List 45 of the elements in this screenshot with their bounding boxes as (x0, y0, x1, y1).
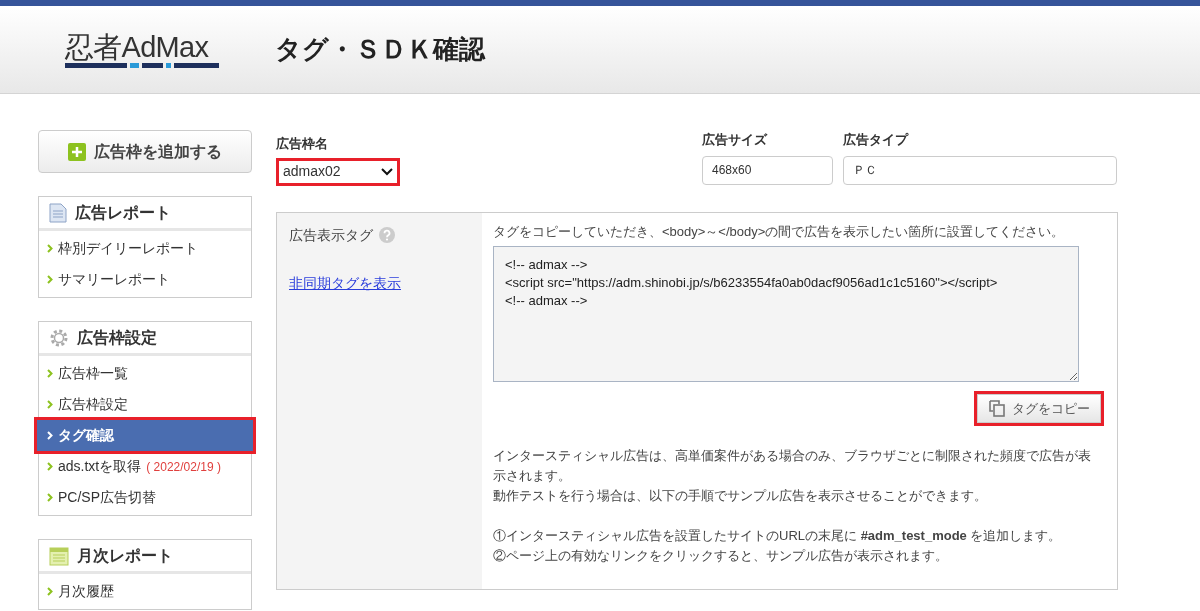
sidebar-item[interactable]: ads.txtを取得 ( 2022/02/19 ) (39, 451, 251, 482)
ad-name-select[interactable]: admax02 (276, 157, 400, 186)
caret-icon (381, 167, 393, 176)
field-label: 広告サイズ (702, 131, 769, 149)
sidebar-item[interactable]: PC/SP広告切替 (39, 482, 251, 513)
sidebar-item[interactable]: 月次履歴 (39, 576, 251, 607)
field-label: 広告枠名 (276, 135, 329, 153)
field-label: 広告タイプ (843, 131, 910, 149)
instruction-text: タグをコピーしていただき、<body>～</body>の間で広告を表示したい箇所に設置してください。 (493, 222, 1066, 241)
chevron-icon (47, 587, 53, 596)
chevron-icon (47, 431, 53, 440)
sidebar-heading: 広告レポート (75, 202, 171, 223)
plus-icon (68, 142, 86, 161)
chevron-icon (47, 244, 53, 253)
ad-size-field[interactable]: 468x60 (702, 155, 833, 185)
tag-label: 広告表示タグ (289, 225, 373, 245)
chevron-icon (47, 462, 53, 471)
ad-type-field[interactable]: ＰＣ (843, 155, 1117, 185)
sidebar-item[interactable]: 枠別デイリーレポート (39, 233, 251, 264)
help-icon (379, 227, 395, 243)
copy-tag-button[interactable]: タグをコピー (977, 394, 1101, 423)
copy-icon (988, 400, 1006, 417)
document-icon (49, 202, 67, 223)
step-text: ②ページ上の有効なリンクをクリックすると、サンプル広告が表示されます。 (493, 547, 949, 565)
sidebar-item[interactable]: 広告枠設定 (39, 389, 251, 420)
step-text: ①インタースティシャル広告を設置したサイトのURLの末尾に #adm_test_mode を追加します。 (493, 527, 1063, 545)
async-tag-link[interactable]: 非同期タグを表示 (289, 272, 470, 294)
sidebar-heading: 月次レポート (77, 545, 173, 566)
chevron-icon (47, 493, 53, 502)
sidebar-item[interactable]: サマリーレポート (39, 264, 251, 295)
chevron-icon (47, 400, 53, 409)
chevron-icon (47, 369, 53, 378)
gear-icon (49, 327, 69, 348)
sidebar-heading: 広告枠設定 (77, 327, 157, 348)
tag-code-textarea[interactable]: <!-- admax --> <script src="https://adm.shinobi.jp/s/b6233554fa0ab0dacf9056ad1c1c5160"></script> <!-- admax --> (493, 246, 1079, 382)
calendar-icon (49, 545, 69, 566)
chevron-icon (47, 275, 53, 284)
date-note: ( 2022/02/19 ) (146, 458, 221, 476)
sidebar-item[interactable]: タグ確認 (37, 420, 253, 451)
sidebar-item[interactable]: 広告枠一覧 (39, 358, 251, 389)
add-ad-slot-button[interactable]: 広告枠を追加する (38, 130, 252, 173)
page-title: タグ・ＳＤＫ確認 (275, 33, 485, 66)
logo: 忍者AdMax (65, 31, 219, 68)
note-text: 動作テストを行う場合は、以下の手順でサンプル広告を表示させることができます。 (493, 487, 988, 505)
note-text: インタースティシャル広告は、高単価案件がある場合のみ、ブラウザごとに制限された頻度で広告が表示されます。 (493, 447, 1092, 485)
